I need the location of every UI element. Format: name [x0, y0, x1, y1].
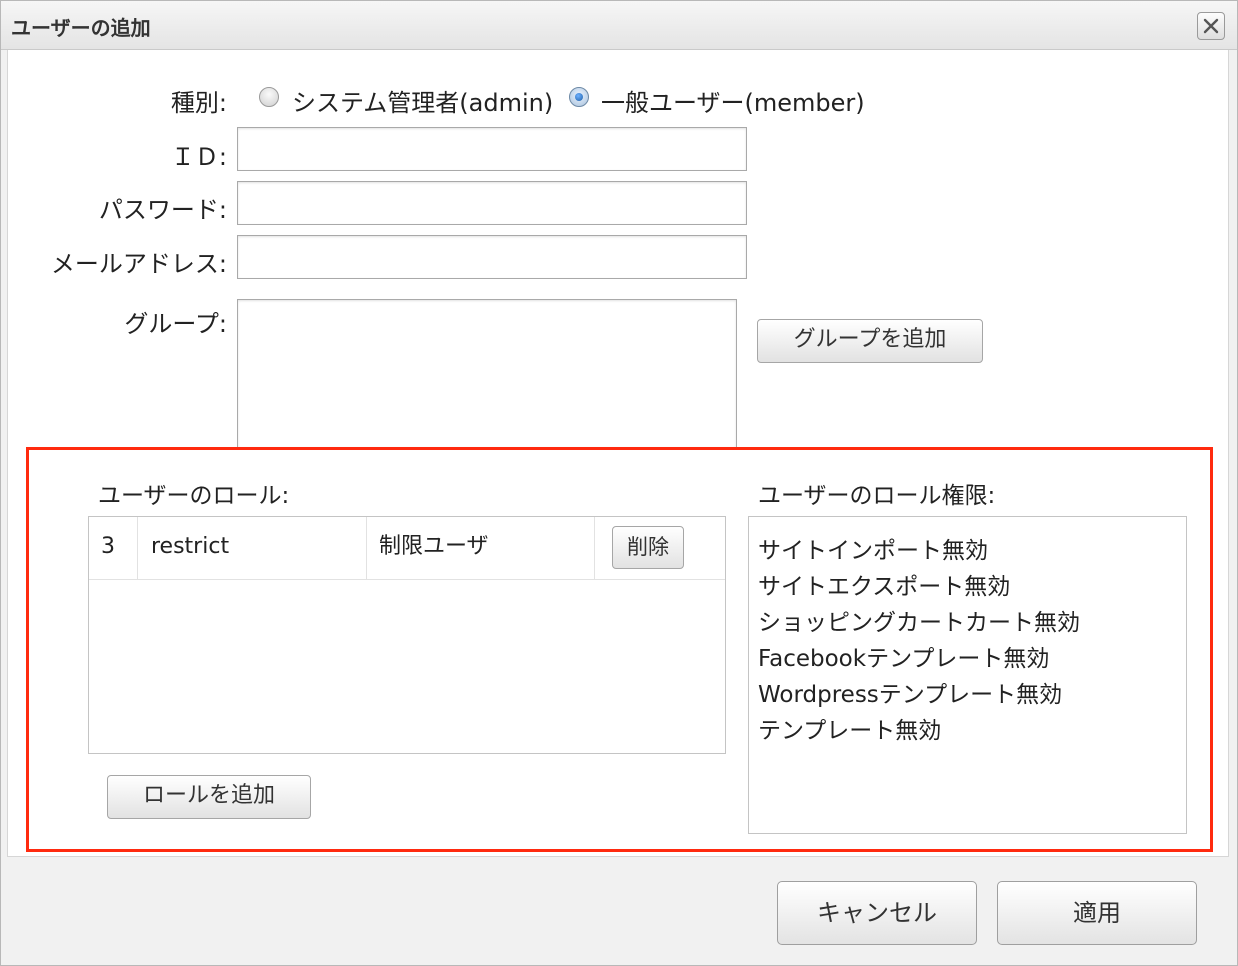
cancel-button[interactable]: キャンセル — [777, 881, 977, 945]
permissions-list: サイトインポート無効 サイトエクスポート無効 ショッピングカートカート無効 Fa… — [748, 516, 1187, 834]
role-id: 3 — [101, 534, 115, 559]
radio-admin-label: システム管理者(admin) — [292, 89, 554, 117]
dialog-title: ユーザーの追加 — [11, 16, 151, 40]
close-icon — [1203, 18, 1219, 34]
email-label: メールアドレス: — [50, 250, 227, 278]
dialog-titlebar: ユーザーの追加 — [1, 1, 1237, 50]
type-label: 種別: — [170, 89, 227, 117]
radio-admin[interactable] — [259, 87, 279, 107]
roles-label: ユーザーのロール: — [98, 483, 290, 509]
add-user-dialog: ユーザーの追加 種別: システム管理者(admin) 一般ユーザー(member… — [0, 0, 1238, 966]
list-item: ショッピングカートカート無効 — [758, 610, 1080, 636]
delete-role-button[interactable]: 削除 — [612, 526, 684, 569]
group-list[interactable] — [237, 299, 737, 447]
add-group-button[interactable]: グループを追加 — [757, 319, 983, 363]
group-label: グループ: — [124, 310, 227, 338]
role-display-name: 制限ユーザ — [379, 534, 489, 559]
password-label: パスワード: — [98, 196, 227, 224]
list-item: テンプレート無効 — [758, 718, 942, 744]
column-divider — [366, 517, 367, 579]
apply-button[interactable]: 適用 — [997, 881, 1197, 945]
list-item: Wordpressテンプレート無効 — [758, 682, 1063, 708]
radio-member-label: 一般ユーザー(member) — [601, 89, 865, 117]
role-name: restrict — [151, 534, 230, 559]
list-item: サイトエクスポート無効 — [758, 574, 1011, 600]
id-field[interactable] — [237, 127, 747, 171]
permissions-label: ユーザーのロール権限: — [758, 483, 996, 509]
add-role-button[interactable]: ロールを追加 — [107, 775, 311, 819]
close-button[interactable] — [1197, 12, 1225, 40]
table-row[interactable]: 3 restrict 制限ユーザ 削除 — [89, 517, 725, 580]
list-item: Facebookテンプレート無効 — [758, 646, 1050, 672]
column-divider — [137, 517, 138, 579]
list-item: サイトインポート無効 — [758, 538, 988, 564]
roles-table: 3 restrict 制限ユーザ 削除 — [88, 516, 726, 754]
radio-selected-dot — [575, 93, 583, 101]
radio-member[interactable] — [569, 87, 589, 107]
id-label: ＩＤ: — [170, 143, 227, 171]
password-field[interactable] — [237, 181, 747, 225]
email-field[interactable] — [237, 235, 747, 279]
column-divider — [594, 517, 595, 579]
